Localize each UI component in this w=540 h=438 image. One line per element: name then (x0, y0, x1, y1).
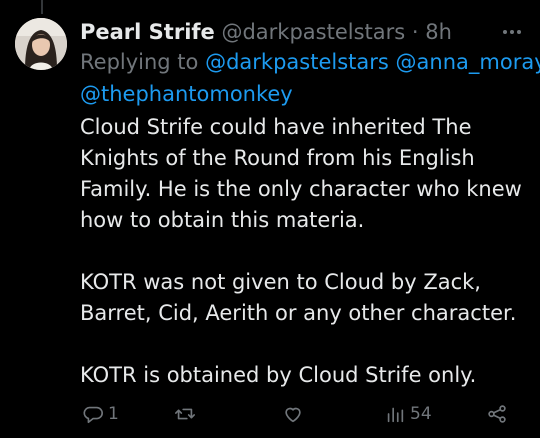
tweet-text-line: how to obtain this materia. (80, 208, 365, 232)
reply-icon (83, 406, 103, 424)
thread-connector-line (41, 0, 43, 14)
avatar[interactable] (15, 18, 67, 70)
views-button[interactable]: 54 (384, 402, 432, 426)
views-icon (387, 407, 404, 423)
header-separator: · (411, 20, 419, 44)
tweet-action-bar: 1 54 (78, 398, 518, 430)
replying-to-label: Replying to (80, 50, 199, 74)
retweet-icon (175, 408, 195, 420)
views-count: 54 (410, 404, 432, 424)
tweet-text-line: Knights of the Round from his English (80, 146, 475, 170)
tweet-text-line: Family. He is the only character who kne… (80, 177, 522, 201)
avatar-image (15, 18, 67, 70)
timestamp[interactable]: 8h (425, 20, 452, 44)
tweet-text-line: KOTR was not given to Cloud by Zack, (80, 270, 481, 294)
tweet-text-line: Barret, Cid, Aerith or any other charact… (80, 301, 517, 325)
retweet-button[interactable] (174, 402, 200, 426)
tweet-text: Cloud Strife could have inherited The Kn… (80, 112, 530, 391)
more-icon[interactable] (500, 20, 524, 44)
replying-to-line-continued: @thephantomonkey (80, 78, 293, 110)
tweet-text-line: KOTR is obtained by Cloud Strife only. (80, 363, 477, 387)
mention-link[interactable]: @thephantomonkey (80, 82, 293, 106)
share-button[interactable] (486, 402, 508, 426)
reply-button[interactable]: 1 (82, 402, 119, 426)
display-name[interactable]: Pearl Strife (80, 20, 215, 44)
heart-icon (285, 407, 301, 423)
tweet-text-line: Cloud Strife could have inherited The (80, 115, 472, 139)
user-handle[interactable]: @darkpastelstars (221, 20, 405, 44)
mention-link[interactable]: @anna_moray (396, 50, 540, 74)
tweet-header: Pearl Strife @darkpastelstars · 8h (80, 14, 540, 50)
like-button[interactable] (282, 402, 308, 426)
mention-link[interactable]: @darkpastelstars (205, 50, 389, 74)
share-icon (488, 405, 506, 423)
reply-count: 1 (108, 404, 119, 424)
replying-to-line: Replying to @darkpastelstars @anna_moray (80, 46, 540, 78)
